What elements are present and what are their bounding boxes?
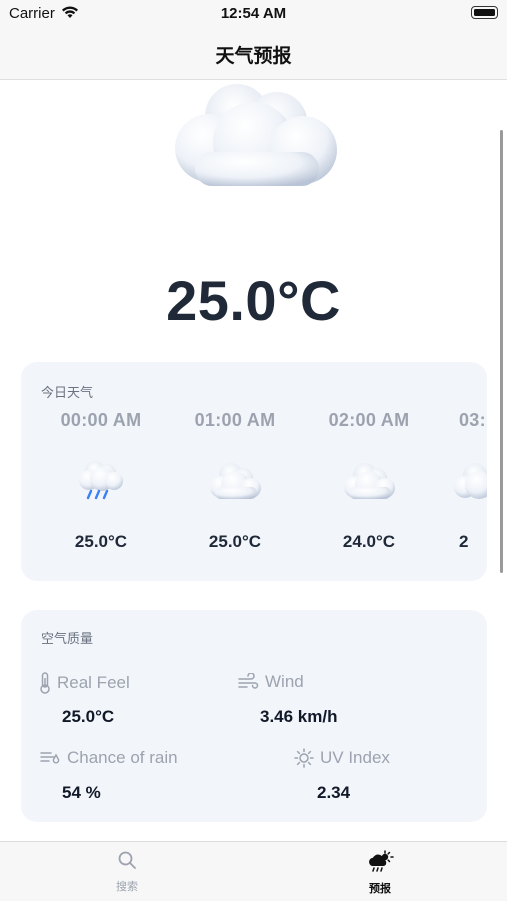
thermometer-icon xyxy=(40,672,50,694)
wind-value: 3.46 km/h xyxy=(260,707,338,726)
hourly-item[interactable]: 01:00 AM 25.0°C xyxy=(175,410,295,552)
real-feel-value: 25.0°C xyxy=(62,707,115,726)
cloud-icon xyxy=(454,463,487,499)
hourly-item[interactable]: 02:00 AM 24.0°C xyxy=(309,410,429,552)
rain-chance-label: Chance of rain xyxy=(67,748,178,767)
cloud-icon xyxy=(210,463,261,499)
hourly-temp: 25.0°C xyxy=(74,532,128,551)
hourly-time: 01:00 AM xyxy=(194,410,276,430)
air-quality-title: 空气质量 xyxy=(41,631,94,646)
hourly-temp: 24.0°C xyxy=(342,532,396,551)
air-quality-card: 空气质量 Real Feel 25.0°C Wind 3.46 km/h Cha… xyxy=(21,610,487,822)
wind-label: Wind xyxy=(265,672,304,691)
hourly-item[interactable]: 00:00 AM 25.0°C xyxy=(41,410,161,552)
tab-bar: 搜索 预报 xyxy=(0,841,507,901)
cloud-icon xyxy=(175,84,337,186)
page-title: 天气预报 xyxy=(215,46,292,67)
hourly-card-title: 今日天气 xyxy=(41,385,94,400)
real-feel-metric: Real Feel xyxy=(39,672,130,694)
hourly-temp: 25.0°C xyxy=(208,532,262,551)
cloud-icon xyxy=(344,463,395,499)
rain-chance-value: 54 % xyxy=(62,783,101,802)
search-icon xyxy=(118,851,136,869)
real-feel-label: Real Feel xyxy=(57,673,130,692)
navigation-bar: 天气预报 xyxy=(0,30,507,80)
hourly-forecast-card[interactable]: 今日天气 00:00 AM 25.0°C 01:00 AM 25.0°C 02:… xyxy=(21,362,487,581)
uv-index-label: UV Index xyxy=(320,748,390,767)
hourly-temp: 2 xyxy=(459,532,469,551)
tab-forecast-label: 预报 xyxy=(369,883,391,895)
rain-chance-icon xyxy=(40,752,60,764)
sun-icon xyxy=(294,748,314,768)
wind-metric: Wind xyxy=(237,672,304,692)
uv-index-value: 2.34 xyxy=(317,783,351,802)
tab-forecast[interactable]: 预报 xyxy=(320,850,440,896)
hourly-time: 03: xyxy=(459,410,486,430)
hourly-time: 00:00 AM xyxy=(60,410,142,430)
battery-icon xyxy=(471,6,498,19)
rain-chance-metric: Chance of rain xyxy=(39,748,178,768)
weather-icon xyxy=(369,850,394,872)
hourly-time: 02:00 AM xyxy=(328,410,410,430)
status-bar: Carrier 12:54 AM xyxy=(0,0,507,30)
rain-cloud-icon xyxy=(79,461,123,500)
tab-search[interactable]: 搜索 xyxy=(67,850,187,894)
wind-icon xyxy=(238,673,259,689)
tab-search-label: 搜索 xyxy=(116,881,138,893)
scroll-indicator[interactable] xyxy=(500,130,503,573)
uv-index-metric: UV Index xyxy=(294,748,390,768)
hourly-item[interactable]: 03: 2 xyxy=(443,410,487,552)
status-time: 12:54 AM xyxy=(220,5,287,22)
current-temperature: 25.0°C xyxy=(166,269,341,332)
